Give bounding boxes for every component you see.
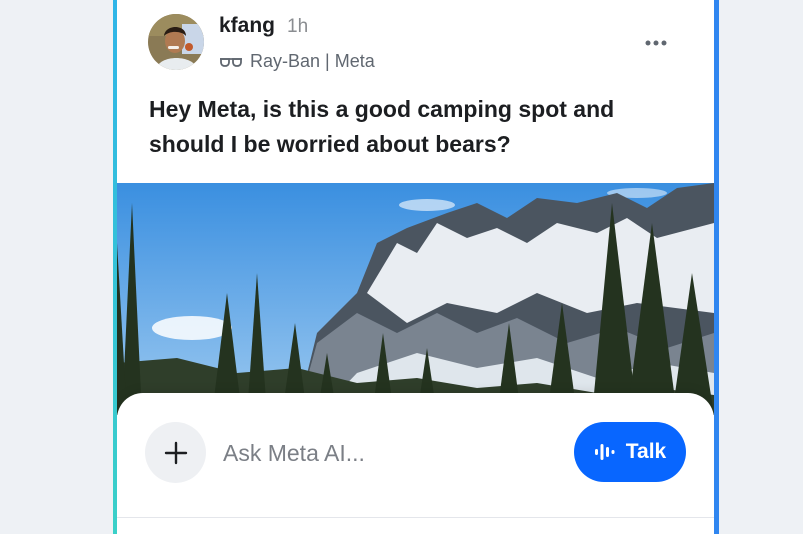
add-button[interactable]: [145, 422, 206, 483]
plus-icon: [164, 441, 187, 464]
frame-edge-right: [714, 0, 719, 534]
avatar[interactable]: [148, 14, 204, 70]
talk-label: Talk: [625, 440, 667, 463]
device-source[interactable]: Ray-Ban | Meta: [219, 51, 375, 72]
post-photo[interactable]: [117, 183, 714, 415]
composer-panel: Talk: [117, 393, 714, 534]
waveform-icon: [594, 444, 615, 460]
device-label: Ray-Ban | Meta: [250, 51, 375, 71]
post-time: 1h: [287, 16, 309, 37]
more-horizontal-icon[interactable]: [643, 30, 669, 56]
post-question: Hey Meta, is this a good camping spot an…: [149, 96, 615, 157]
ask-meta-ai-input[interactable]: [223, 433, 553, 473]
post-card: kfang 1h Ray-Ban | Meta Hey Meta, is thi…: [117, 0, 714, 534]
talk-button[interactable]: Talk: [574, 422, 686, 482]
divider: [117, 517, 714, 518]
glasses-icon: [220, 57, 242, 67]
username[interactable]: kfang: [219, 14, 275, 38]
